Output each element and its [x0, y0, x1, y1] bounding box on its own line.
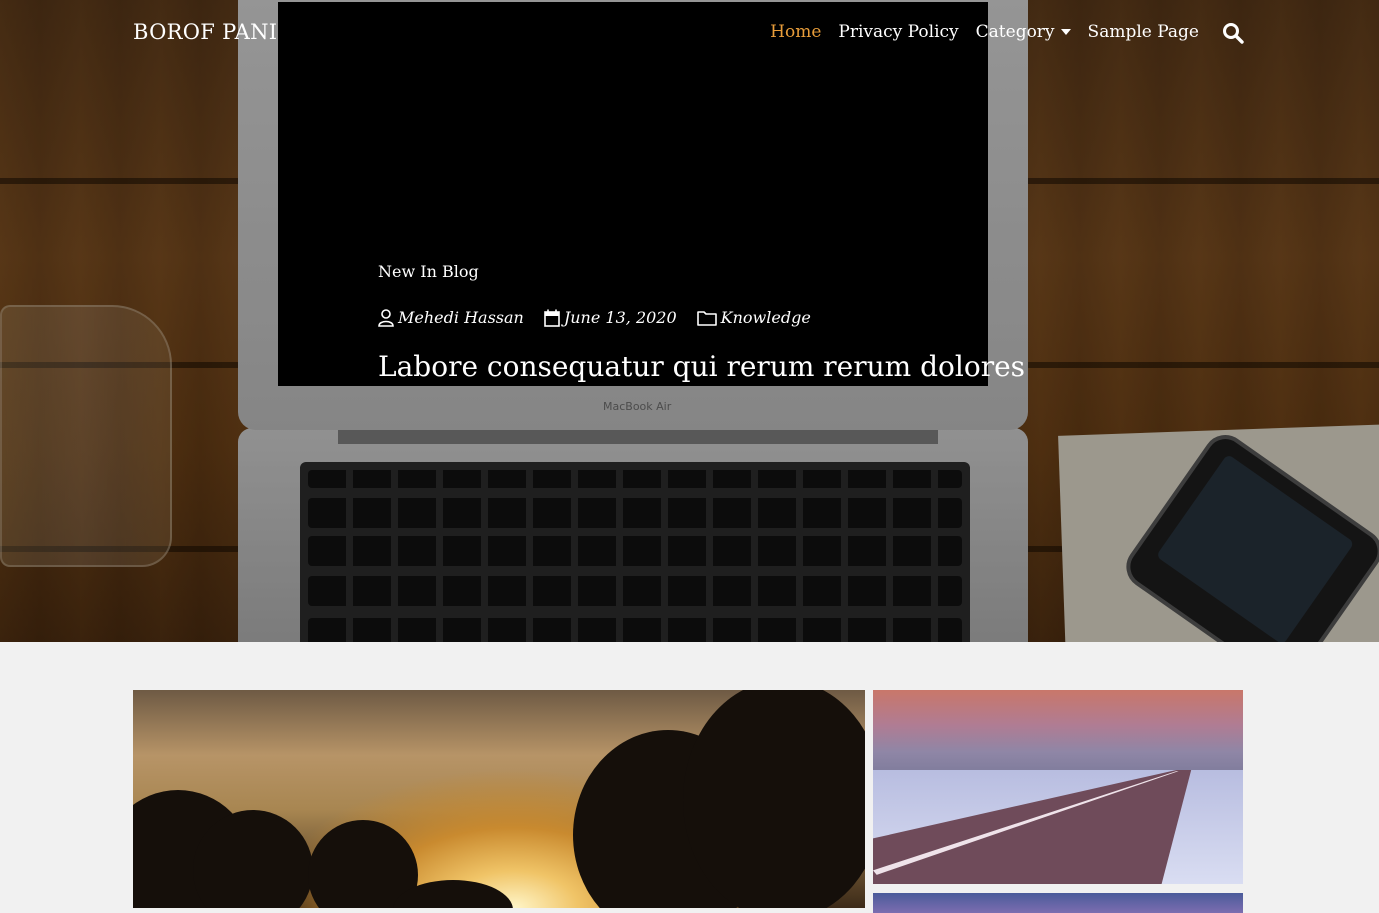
post-date[interactable]: June 13, 2020	[544, 308, 677, 327]
calendar-icon	[544, 309, 560, 327]
post-date-value: June 13, 2020	[563, 308, 677, 327]
site-brand[interactable]: BOROF PANI	[133, 20, 277, 44]
folder-icon	[696, 310, 717, 326]
nav-item-home[interactable]: Home	[770, 22, 821, 42]
chevron-down-icon	[1060, 29, 1071, 35]
post-meta: Mehedi Hassan June 13, 2020 Knowledge	[378, 308, 831, 327]
search-icon[interactable]	[1222, 22, 1244, 44]
post-author-name: Mehedi Hassan	[398, 308, 524, 327]
post-card-next[interactable]	[873, 893, 1243, 913]
post-title[interactable]: Labore consequatur qui rerum rerum dolor…	[378, 350, 1025, 383]
nav-item-category-label: Category	[975, 22, 1055, 42]
post-card-sunset[interactable]	[133, 690, 865, 908]
nav-item-privacy-policy[interactable]: Privacy Policy	[838, 22, 958, 42]
navbar: BOROF PANI Home Privacy Policy Category …	[0, 0, 1379, 66]
post-author[interactable]: Mehedi Hassan	[378, 308, 524, 327]
user-icon	[378, 308, 394, 327]
nav-item-category[interactable]: Category	[976, 22, 1071, 42]
post-category[interactable]: Knowledge	[696, 308, 811, 327]
section-label: New In Blog	[378, 262, 479, 281]
nav-menu: Home Privacy Policy Category Sample Page	[770, 22, 1199, 42]
nav-item-sample-page[interactable]: Sample Page	[1088, 22, 1199, 42]
post-card-snowy-road[interactable]	[873, 690, 1243, 884]
hero-post: New In Blog Mehedi Hassan June 13, 2020 …	[378, 262, 1025, 383]
post-category-name: Knowledge	[720, 308, 811, 327]
